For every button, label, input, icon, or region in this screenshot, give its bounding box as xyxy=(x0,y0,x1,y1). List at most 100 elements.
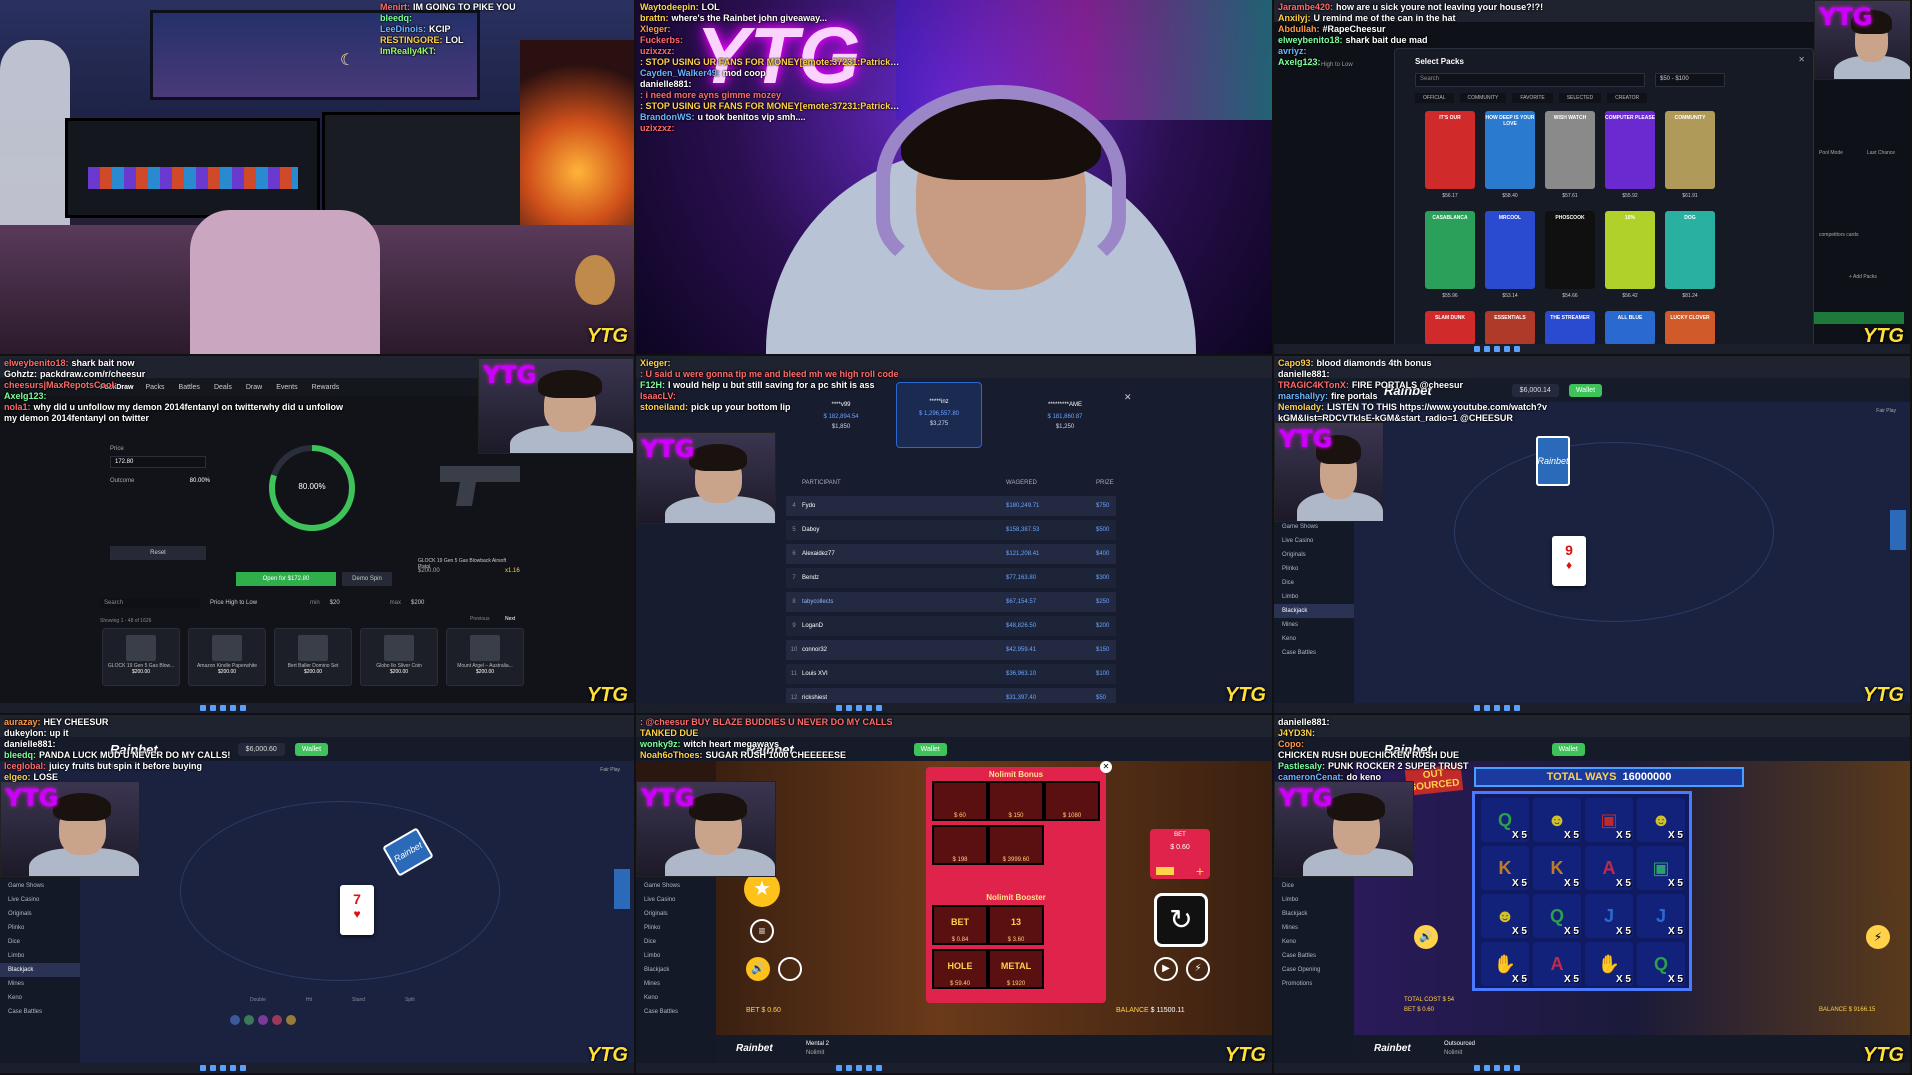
chat-username[interactable]: Jarambe420: xyxy=(1278,2,1333,12)
sidebar-item-game-shows[interactable]: Game Shows xyxy=(636,879,716,893)
chip[interactable] xyxy=(272,1015,282,1025)
max-input[interactable]: $200 xyxy=(411,600,424,606)
pack-card[interactable]: WISH WATCH $57.61 xyxy=(1545,111,1595,199)
chat-username[interactable]: elgeo: xyxy=(4,772,31,782)
demo-spin-button[interactable]: Demo Spin xyxy=(342,572,392,586)
chat-username[interactable]: Abdullah: xyxy=(1278,24,1320,34)
bonus-buy-card[interactable]: HOLE $ 59.40 xyxy=(932,949,988,989)
action-stand[interactable]: Stand xyxy=(352,997,365,1003)
bonus-buy-card[interactable]: 13 $ 3.60 xyxy=(988,905,1044,945)
sound-icon[interactable]: 🔊 xyxy=(746,957,770,981)
chat-username[interactable]: ImReally4KT: xyxy=(380,46,436,56)
sidebar-item-game-shows[interactable]: Game Shows xyxy=(1274,520,1354,534)
chat-username[interactable]: stoneiland: xyxy=(640,402,688,412)
sound-icon[interactable]: 🔊 xyxy=(1414,925,1438,949)
action-hit[interactable]: Hit xyxy=(306,997,312,1003)
pack-card[interactable]: THE STREAMER xyxy=(1545,311,1595,345)
turbo-icon[interactable]: ⚡ xyxy=(1866,925,1890,949)
sidebar-item-plinko[interactable]: Plinko xyxy=(1274,562,1354,576)
sidebar-item-keno[interactable]: Keno xyxy=(1274,632,1354,646)
sidebar-item-case-battles[interactable]: Case Battles xyxy=(636,1005,716,1019)
sidebar-item-game-shows[interactable]: Game Shows xyxy=(0,879,80,893)
sidebar-item-case-opening[interactable]: Case Opening xyxy=(1274,963,1354,977)
chat-username[interactable]: uzixzxz: xyxy=(640,46,675,56)
sidebar-item-blackjack[interactable]: Blackjack xyxy=(1274,907,1354,921)
sidebar-item-blackjack[interactable]: Blackjack xyxy=(0,963,80,977)
reset-button[interactable]: Reset xyxy=(110,546,206,560)
chat-username[interactable]: brattn: xyxy=(640,13,669,23)
chat-username[interactable]: RESTINGORE: xyxy=(380,35,443,45)
chat-username[interactable]: Xieger: xyxy=(640,358,671,368)
product-card[interactable]: Bert Baller Domino Set $200.00 xyxy=(274,628,352,686)
bonus-buy-card[interactable]: $ 1080 xyxy=(1044,781,1100,821)
sidebar-item-keno[interactable]: Keno xyxy=(636,991,716,1005)
product-card[interactable]: Globo Ilo Silver Coin $200.00 xyxy=(360,628,438,686)
chat-username[interactable]: Xleger: xyxy=(640,24,671,34)
sidebar-item-live-casino[interactable]: Live Casino xyxy=(636,893,716,907)
chat-username[interactable]: aurazay: xyxy=(4,717,41,727)
chat-username[interactable]: wonky9z: xyxy=(640,739,681,749)
chat-username[interactable]: elweybenito18: xyxy=(1278,35,1343,45)
pack-card[interactable]: DOG $81.24 xyxy=(1665,211,1715,299)
chip[interactable] xyxy=(258,1015,268,1025)
pack-card[interactable]: LUCKY CLOVER xyxy=(1665,311,1715,345)
sidebar-item-blackjack[interactable]: Blackjack xyxy=(1274,604,1354,618)
bet-minus-icon[interactable] xyxy=(1156,867,1174,875)
close-icon[interactable]: ✕ xyxy=(1798,55,1805,64)
chat-username[interactable]: Waytodeepin: xyxy=(640,2,699,12)
chat-username[interactable]: elweybenito18: xyxy=(4,358,69,368)
pack-card[interactable]: COMPUTER PLEASE $55.92 xyxy=(1605,111,1655,199)
chat-username[interactable]: bleedq: xyxy=(380,13,412,23)
chat-username[interactable]: Nemolady: xyxy=(1278,402,1324,412)
play-icon[interactable]: ▶ xyxy=(1154,957,1178,981)
spin-button[interactable]: ↻ xyxy=(1154,893,1208,947)
next-button[interactable]: Next xyxy=(505,616,515,622)
pack-card[interactable]: HOW DEEP IS YOUR LOVE $58.40 xyxy=(1485,111,1535,199)
sidebar-item-limbo[interactable]: Limbo xyxy=(1274,590,1354,604)
chip[interactable] xyxy=(230,1015,240,1025)
bonus-buy-card[interactable]: $ 60 xyxy=(932,781,988,821)
chat-username[interactable]: danielle881: xyxy=(4,739,56,749)
pack-filter[interactable]: CREATOR xyxy=(1607,93,1648,103)
sidebar-item-originals[interactable]: Originals xyxy=(1274,548,1354,562)
chat-username[interactable]: Fuckerbs: xyxy=(640,35,683,45)
close-icon[interactable]: ✕ xyxy=(1124,392,1132,403)
chat-username[interactable]: bleedq: xyxy=(4,750,36,760)
chat-username[interactable]: Anxilyj: xyxy=(1278,13,1311,23)
sort-select[interactable]: Price High to Low xyxy=(210,600,300,606)
sidebar-item-mines[interactable]: Mines xyxy=(636,977,716,991)
chat-username[interactable]: dukeylon: xyxy=(4,728,47,738)
fair-play-label[interactable]: Fair Play xyxy=(1876,408,1896,414)
sidebar-item-limbo[interactable]: Limbo xyxy=(0,949,80,963)
product-card[interactable]: Amazon Kindle Paperwhite $200.00 xyxy=(188,628,266,686)
chat-username[interactable]: LeeDinois: xyxy=(380,24,426,34)
pack-card[interactable]: PHOSCOOK $54.66 xyxy=(1545,211,1595,299)
pack-card[interactable]: ESSENTIALS xyxy=(1485,311,1535,345)
chat-username[interactable]: IsaacLV: xyxy=(640,391,676,401)
action-split[interactable]: Split xyxy=(405,997,415,1003)
chat-username[interactable]: avriyz: xyxy=(1278,46,1307,56)
chat-username[interactable]: Menirt: xyxy=(380,2,410,12)
chat-username[interactable]: danielle881: xyxy=(1278,717,1330,727)
sidebar-item-case-battles[interactable]: Case Battles xyxy=(1274,646,1354,660)
search-input[interactable]: Search xyxy=(100,598,200,608)
open-button[interactable]: Open for $172.80 xyxy=(236,572,336,586)
price-input[interactable]: 172.80 xyxy=(110,456,206,468)
pack-card[interactable]: ALL BLUE xyxy=(1605,311,1655,345)
sidebar-item-case-battles[interactable]: Case Battles xyxy=(1274,949,1354,963)
sidebar-item-limbo[interactable]: Limbo xyxy=(636,949,716,963)
sidebar-item-limbo[interactable]: Limbo xyxy=(1274,893,1354,907)
bonus-buy-card[interactable]: $ 198 xyxy=(932,825,988,865)
price-range-select[interactable]: $50 - $100 xyxy=(1655,73,1725,87)
sidebar-item-originals[interactable]: Originals xyxy=(0,907,80,921)
chat-username[interactable]: TRAGIC4KTonX: xyxy=(1278,380,1349,390)
chat-username[interactable]: danielle881: xyxy=(1278,369,1330,379)
chat-username[interactable]: nola1: xyxy=(4,402,31,412)
chat-username[interactable]: Axelg123: xyxy=(4,391,47,401)
chat-username[interactable]: cameronCenat: xyxy=(1278,772,1344,782)
sidebar-item-live-casino[interactable]: Live Casino xyxy=(1274,534,1354,548)
pack-filter[interactable]: COMMUNITY xyxy=(1459,93,1507,103)
pack-card[interactable]: MRCOOL $53.14 xyxy=(1485,211,1535,299)
chat-username[interactable]: Capo93: xyxy=(1278,358,1314,368)
sidebar-item-keno[interactable]: Keno xyxy=(0,991,80,1005)
